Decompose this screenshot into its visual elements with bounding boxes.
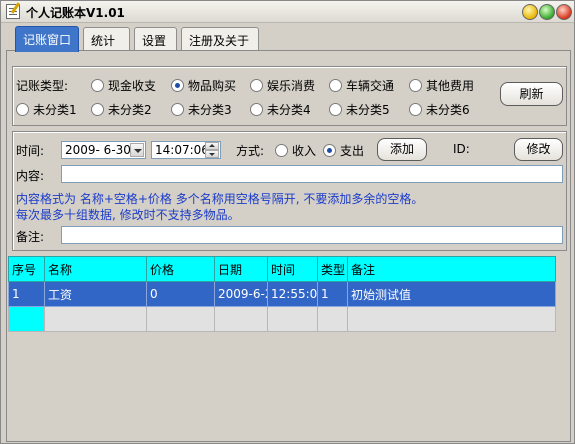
cell-price[interactable]: 0 — [146, 281, 215, 307]
radio-indicator — [171, 103, 184, 116]
chevron-down-icon[interactable] — [130, 143, 144, 157]
radio-goods-label: 物品购买 — [188, 79, 237, 93]
column-header-name[interactable]: 名称 — [44, 256, 147, 282]
radio-cash-label: 现金收支 — [108, 79, 157, 93]
radio-income-label: 收入 — [292, 144, 317, 158]
tab-register-about[interactable]: 注册及关于 — [181, 27, 259, 51]
format-hint-line2: 每次最多十组数据, 修改时不支持多物品。 — [16, 208, 240, 222]
format-hint-line1: 内容格式为 名称+空格+价格 多个名称用空格号隔开, 不要添加多余的空格。 — [16, 192, 424, 206]
cell-empty[interactable] — [347, 306, 556, 332]
cell-empty[interactable] — [267, 306, 318, 332]
cell-type[interactable]: 1 — [317, 281, 348, 307]
notepad-icon — [6, 4, 20, 19]
radio-uncat4-label: 未分类4 — [267, 103, 311, 117]
cell-empty[interactable] — [317, 306, 348, 332]
time-picker[interactable]: 14:07:06 — [151, 141, 221, 159]
content-label: 内容: — [16, 169, 45, 183]
radio-expense-label: 支出 — [340, 144, 365, 158]
modify-button[interactable]: 修改 — [514, 138, 563, 161]
radio-indicator — [250, 79, 263, 92]
radio-uncat2-label: 未分类2 — [108, 103, 152, 117]
radio-uncat4[interactable]: 未分类4 — [250, 101, 311, 118]
cell-note[interactable]: 初始测试值 — [347, 281, 556, 307]
radio-uncat3[interactable]: 未分类3 — [171, 101, 232, 118]
radio-indicator — [250, 103, 263, 116]
cell-empty[interactable] — [214, 306, 268, 332]
records-table: 序号 名称 价格 日期 时间 类型 备注 1 工资 0 2009-6-26 12… — [8, 256, 556, 332]
window-title: 个人记账本V1.01 — [26, 6, 125, 20]
radio-indicator — [329, 103, 342, 116]
radio-cash[interactable]: 现金收支 — [91, 77, 156, 94]
radio-indicator-selected — [323, 144, 336, 157]
note-label: 备注: — [16, 230, 45, 244]
time-value: 14:07:06 — [155, 143, 209, 157]
entry-panel: 记账类型: 现金收支 物品购买 娱乐消费 车辆交通 其他费用 未分类1 未分类2… — [6, 50, 571, 442]
table-header-row: 序号 名称 价格 日期 时间 类型 备注 — [8, 256, 556, 282]
radio-transport[interactable]: 车辆交通 — [329, 77, 394, 94]
cell-time[interactable]: 12:55:05 — [267, 281, 318, 307]
category-group: 记账类型: 现金收支 物品购买 娱乐消费 车辆交通 其他费用 未分类1 未分类2… — [12, 66, 567, 126]
add-button[interactable]: 添加 — [377, 138, 427, 161]
app-window: 个人记账本V1.01 记账窗口 统计 设置 注册及关于 记账类型: 现金收支 物… — [0, 0, 575, 444]
column-header-index[interactable]: 序号 — [8, 256, 45, 282]
radio-other[interactable]: 其他费用 — [409, 77, 474, 94]
table-row[interactable]: 1 工资 0 2009-6-26 12:55:05 1 初始测试值 — [8, 281, 556, 307]
maximize-button[interactable] — [539, 4, 555, 20]
minimize-button[interactable] — [522, 4, 538, 20]
radio-income[interactable]: 收入 — [275, 142, 316, 159]
radio-uncat3-label: 未分类3 — [188, 103, 232, 117]
radio-uncat5-label: 未分类5 — [346, 103, 390, 117]
column-header-note[interactable]: 备注 — [347, 256, 556, 282]
column-header-price[interactable]: 价格 — [146, 256, 215, 282]
content-input[interactable] — [61, 165, 563, 183]
cell-index[interactable]: 1 — [8, 281, 45, 307]
column-header-time[interactable]: 时间 — [267, 256, 318, 282]
cell-empty[interactable] — [44, 306, 147, 332]
radio-indicator — [409, 103, 422, 116]
radio-uncat6[interactable]: 未分类6 — [409, 101, 470, 118]
radio-indicator — [16, 103, 29, 116]
radio-indicator — [275, 144, 288, 157]
note-input[interactable] — [61, 226, 563, 244]
radio-entertainment-label: 娱乐消费 — [267, 79, 316, 93]
title-bar[interactable]: 个人记账本V1.01 — [1, 1, 574, 23]
radio-uncat1[interactable]: 未分类1 — [16, 101, 77, 118]
cell-empty[interactable] — [8, 306, 45, 332]
column-header-type[interactable]: 类型 — [317, 256, 348, 282]
date-value: 2009- 6-30 — [65, 143, 131, 157]
refresh-button[interactable]: 刷新 — [500, 82, 563, 106]
radio-indicator-selected — [171, 79, 184, 92]
spin-up-icon[interactable] — [205, 142, 219, 150]
radio-uncat5[interactable]: 未分类5 — [329, 101, 390, 118]
method-label: 方式: — [236, 144, 265, 158]
radio-uncat6-label: 未分类6 — [426, 103, 470, 117]
cell-empty[interactable] — [146, 306, 215, 332]
radio-entertainment[interactable]: 娱乐消费 — [250, 77, 315, 94]
id-label: ID: — [453, 142, 470, 156]
radio-goods[interactable]: 物品购买 — [171, 77, 236, 94]
radio-transport-label: 车辆交通 — [346, 79, 395, 93]
cell-name[interactable]: 工资 — [44, 281, 147, 307]
tab-settings[interactable]: 设置 — [134, 27, 177, 51]
date-picker[interactable]: 2009- 6-30 — [61, 141, 146, 159]
spin-down-icon[interactable] — [205, 150, 219, 158]
radio-other-label: 其他费用 — [426, 79, 475, 93]
cell-date[interactable]: 2009-6-26 — [214, 281, 268, 307]
tab-statistics[interactable]: 统计 — [83, 27, 130, 51]
radio-indicator — [91, 103, 104, 116]
radio-indicator — [329, 79, 342, 92]
tab-entry-window[interactable]: 记账窗口 — [15, 26, 79, 52]
radio-uncat2[interactable]: 未分类2 — [91, 101, 152, 118]
radio-expense[interactable]: 支出 — [323, 142, 364, 159]
entry-group: 时间: 2009- 6-30 14:07:06 方式: 收入 支出 添加 ID:… — [12, 131, 567, 251]
records-grid: 序号 名称 价格 日期 时间 类型 备注 1 工资 0 2009-6-26 12… — [8, 256, 556, 336]
time-label: 时间: — [16, 144, 45, 158]
radio-indicator — [91, 79, 104, 92]
table-new-row[interactable] — [8, 306, 556, 332]
radio-uncat1-label: 未分类1 — [33, 103, 77, 117]
close-button[interactable] — [556, 4, 572, 20]
column-header-date[interactable]: 日期 — [214, 256, 268, 282]
radio-indicator — [409, 79, 422, 92]
category-label: 记账类型: — [16, 79, 69, 93]
